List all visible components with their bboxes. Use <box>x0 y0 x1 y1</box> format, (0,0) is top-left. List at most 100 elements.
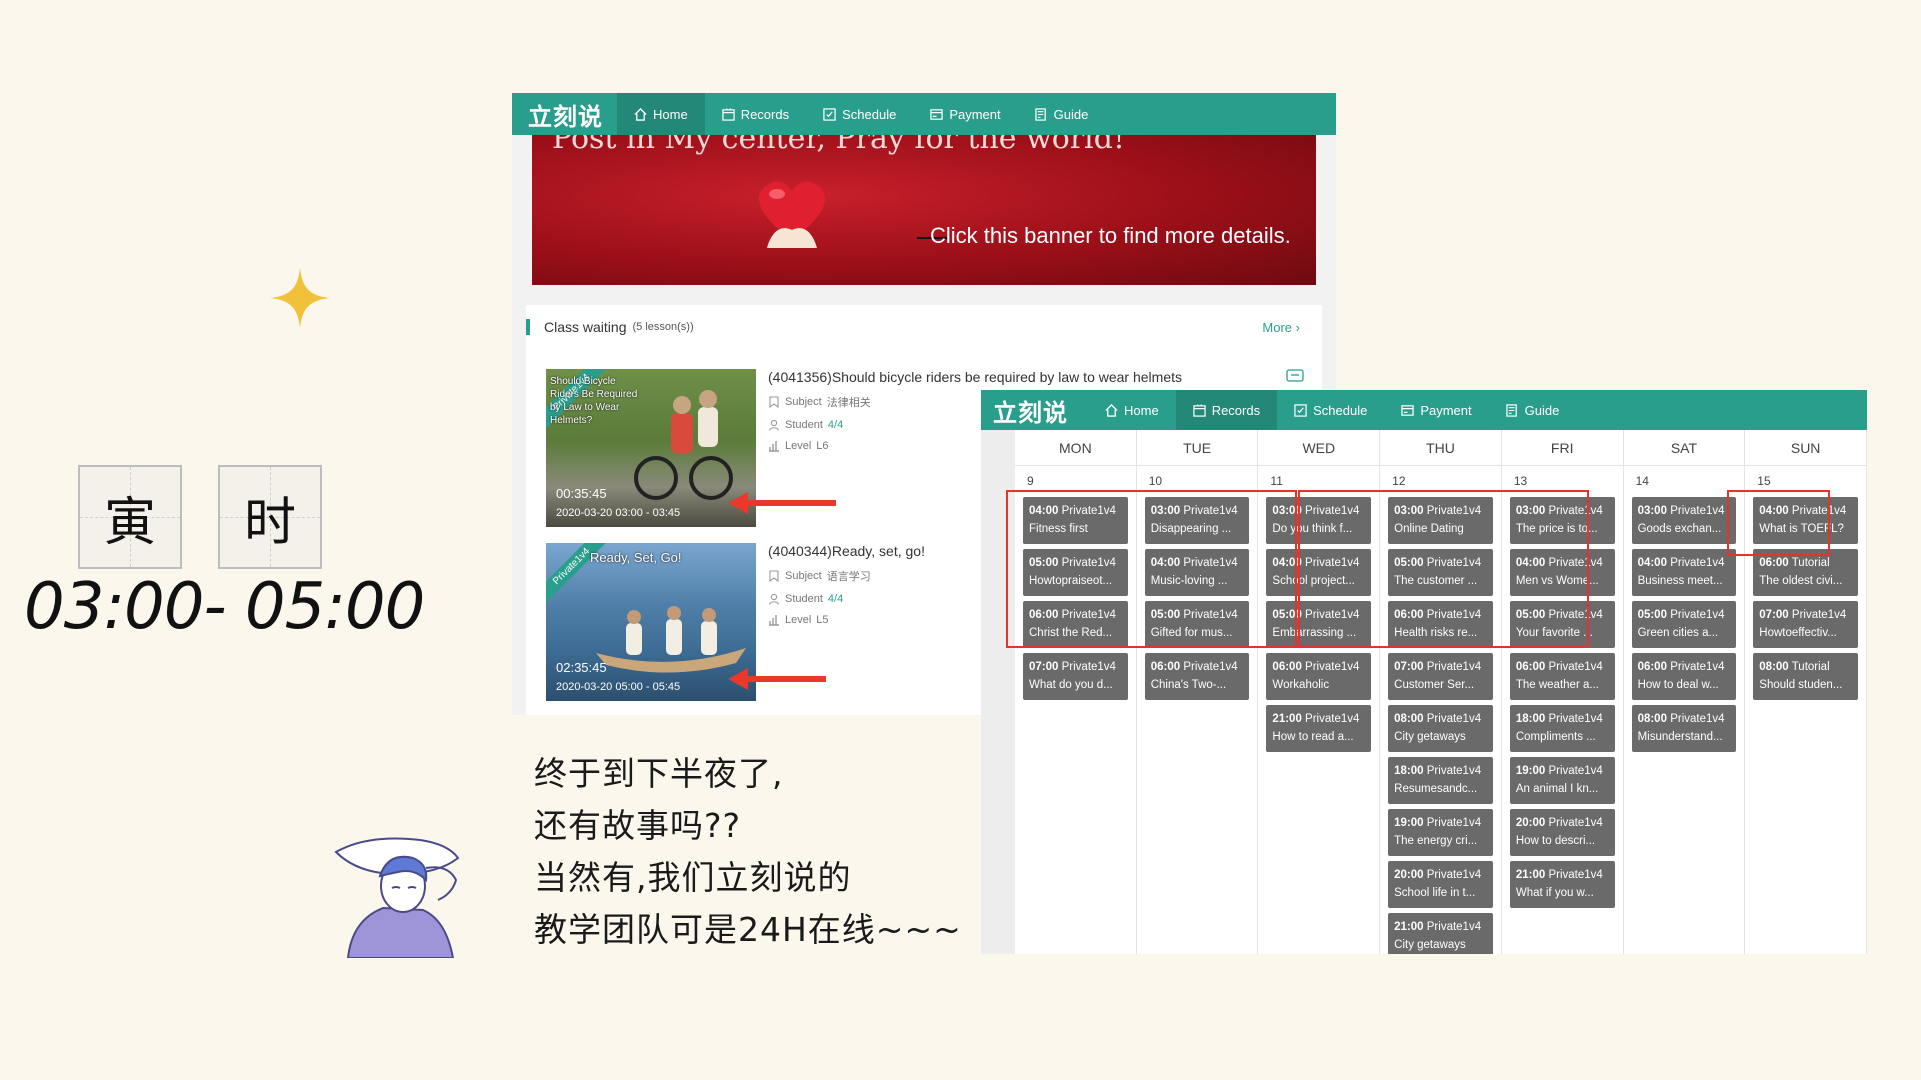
calendar-event[interactable]: 05:00 Private1v4 Your favorite ... <box>1509 601 1615 648</box>
calendar-event[interactable]: 06:00 Tutorial The oldest civi... <box>1753 549 1858 596</box>
calendar-event[interactable]: 04:00 Private1v4 Men vs Wome... <box>1509 549 1615 596</box>
calendar-event[interactable]: 20:00 Private1v4 School life in t... <box>1388 861 1493 908</box>
event-time: 05:00 <box>1637 609 1667 621</box>
nav-schedule[interactable]: Schedule <box>806 93 913 135</box>
brand-logo: 立刻说 <box>528 102 603 131</box>
event-title: City getaways <box>1394 731 1466 743</box>
subject-icon <box>769 570 779 582</box>
calendar-event[interactable]: 06:00 Private1v4 Workaholic <box>1266 653 1372 700</box>
calendar-event[interactable]: 03:00 Private1v4 Online Dating <box>1388 497 1493 544</box>
calendar-event[interactable]: 03:00 Private1v4 The price is to... <box>1509 497 1615 544</box>
calendar-event[interactable]: 06:00 Private1v4 The weather a... <box>1509 653 1615 700</box>
nav-payment-label: Payment <box>1420 402 1472 418</box>
calendar-event[interactable]: 05:00 Private1v4 The customer ... <box>1388 549 1493 596</box>
event-time-type: 04:00 Private1v4 <box>1516 554 1609 572</box>
calendar-event[interactable]: 08:00 Private1v4 Misunderstand... <box>1631 705 1737 752</box>
calendar-event[interactable]: 04:00 Private1v4 Fitness first <box>1023 497 1128 544</box>
calendar-event[interactable]: 05:00 Private1v4 Gifted for mus... <box>1144 601 1250 648</box>
nav-payment[interactable]: Payment <box>913 93 1017 135</box>
guide-icon <box>1505 403 1517 417</box>
records-icon <box>1193 403 1206 417</box>
event-time-type: 19:00 Private1v4 <box>1394 814 1487 832</box>
calendar-event[interactable]: 04:00 Private1v4 What is TOEFL? <box>1753 497 1858 544</box>
calendar-event[interactable]: 05:00 Private1v4 Green cities a... <box>1631 601 1737 648</box>
calendar-event[interactable]: 19:00 Private1v4 An animal I kn... <box>1509 757 1615 804</box>
level-value: L5 <box>816 614 829 626</box>
day-header: WED <box>1258 430 1380 466</box>
lesson-thumbnail[interactable]: Private1v4 Ready, Set, Go! 02:35:45 2020… <box>546 543 756 701</box>
promo-banner[interactable]: Post in My center, Pray for the world! C… <box>532 135 1316 285</box>
event-type: Private1v4 <box>1426 921 1482 933</box>
event-time: 03:00 <box>1394 505 1424 517</box>
calendar-event[interactable]: 21:00 Private1v4 What if you w... <box>1509 861 1615 908</box>
nav-payment[interactable]: Payment <box>1384 390 1488 430</box>
event-time: 21:00 <box>1515 869 1546 881</box>
day-column-fri: FRI 13 03:00 Private1v4 The price is to... 0… <box>1501 430 1624 954</box>
calendar-event[interactable]: 06:00 Private1v4 China's Two-... <box>1144 653 1250 700</box>
event-time: 04:00 <box>1759 505 1789 517</box>
lesson-thumbnail[interactable]: Private1v4 Should Bicycle Riders Be Requ… <box>546 369 756 527</box>
calendar-event[interactable]: 04:00 Private1v4 Business meet... <box>1631 549 1737 596</box>
event-time: 04:00 <box>1272 557 1302 569</box>
event-time-type: 06:00 Tutorial <box>1759 554 1852 572</box>
calendar-event[interactable]: 03:00 Private1v4 Goods exchan... <box>1631 497 1737 544</box>
event-type: Private1v4 <box>1183 505 1238 517</box>
nav-guide[interactable]: Guide <box>1018 93 1106 135</box>
day-header: SUN <box>1745 430 1866 466</box>
event-time-type: 04:00 Private1v4 <box>1638 554 1731 572</box>
calendar-event[interactable]: 19:00 Private1v4 The energy cri... <box>1388 809 1493 856</box>
nav-records[interactable]: Records <box>1175 390 1278 430</box>
sleeping-person-illustration <box>334 837 460 958</box>
calendar-event[interactable]: 08:00 Tutorial Should studen... <box>1753 653 1858 700</box>
calendar-event[interactable]: 04:00 Private1v4 School project... <box>1266 549 1372 596</box>
guide-icon <box>1034 107 1046 121</box>
event-type: Private1v4 <box>1305 661 1360 673</box>
calendar-event[interactable]: 04:00 Private1v4 Music-loving ... <box>1144 549 1250 596</box>
nav-schedule[interactable]: Schedule <box>1277 390 1384 430</box>
calendar-event[interactable]: 07:00 Private1v4 What do you d... <box>1023 653 1128 700</box>
lesson-countdown: 00:35:45 <box>556 486 607 501</box>
event-time-type: 03:00 Private1v4 <box>1638 502 1731 520</box>
event-time: 18:00 <box>1515 713 1546 725</box>
event-type: Private1v4 <box>1183 557 1238 569</box>
event-title: Business meet... <box>1637 575 1723 587</box>
day-number: 11 <box>1270 474 1283 488</box>
subject-value: 法律相关 <box>826 397 871 409</box>
day-header: MON <box>1015 430 1136 466</box>
calendar-event[interactable]: 21:00 Private1v4 City getaways <box>1388 913 1493 954</box>
calendar-event[interactable]: 05:00 Private1v4 Embarrassing ... <box>1266 601 1372 648</box>
caption-text: 终于到下半夜了, 还有故事吗?? 当然有,我们立刻说的 教学团队可是24H在线~… <box>534 748 962 956</box>
lesson-title[interactable]: (4040344)Ready, set, go! <box>768 543 925 559</box>
nav-guide[interactable]: Guide <box>1489 390 1577 430</box>
chat-icon[interactable] <box>1286 369 1304 385</box>
calendar-event[interactable]: 06:00 Private1v4 Christ the Red... <box>1023 601 1128 648</box>
more-link[interactable]: More › <box>1262 320 1300 335</box>
nav-records[interactable]: Records <box>705 93 806 135</box>
event-type: Private1v4 <box>1548 609 1603 621</box>
calendar-event[interactable]: 06:00 Private1v4 How to deal w... <box>1631 653 1737 700</box>
nav-home[interactable]: Home <box>1088 390 1176 430</box>
event-time: 20:00 <box>1515 817 1546 829</box>
event-type: Private1v4 <box>1426 869 1482 881</box>
calendar-event[interactable]: 03:00 Private1v4 Disappearing ... <box>1144 497 1250 544</box>
calendar-event[interactable]: 06:00 Private1v4 Health risks re... <box>1388 601 1493 648</box>
calendar-event[interactable]: 05:00 Private1v4 Howtopraiseot... <box>1023 549 1128 596</box>
calendar-event[interactable]: 07:00 Private1v4 Customer Ser... <box>1388 653 1493 700</box>
calendar-event[interactable]: 18:00 Private1v4 Compliments ... <box>1509 705 1615 752</box>
event-time-type: 05:00 Private1v4 <box>1638 606 1731 624</box>
event-type: Private1v4 <box>1791 609 1847 621</box>
nav-home[interactable]: Home <box>617 93 705 135</box>
calendar-event[interactable]: 07:00 Private1v4 Howtoeffectiv... <box>1753 601 1858 648</box>
calendar-event[interactable]: 03:00 Private1v4 Do you think f... <box>1266 497 1372 544</box>
calendar-event[interactable]: 21:00 Private1v4 How to read a... <box>1266 705 1372 752</box>
event-time: 05:00 <box>1272 609 1302 621</box>
nav-home-label: Home <box>1124 402 1159 418</box>
calendar-event[interactable]: 20:00 Private1v4 How to descri... <box>1509 809 1615 856</box>
lesson-title[interactable]: (4041356)Should bicycle riders be requir… <box>768 369 1182 385</box>
chevron-right-icon: › <box>1295 320 1300 335</box>
calendar-event[interactable]: 18:00 Private1v4 Resumesandc... <box>1388 757 1493 804</box>
day-number: 14 <box>1635 474 1649 488</box>
event-time: 20:00 <box>1394 869 1424 881</box>
calendar-event[interactable]: 08:00 Private1v4 City getaways <box>1388 705 1493 752</box>
event-type: Private1v4 <box>1183 609 1238 621</box>
